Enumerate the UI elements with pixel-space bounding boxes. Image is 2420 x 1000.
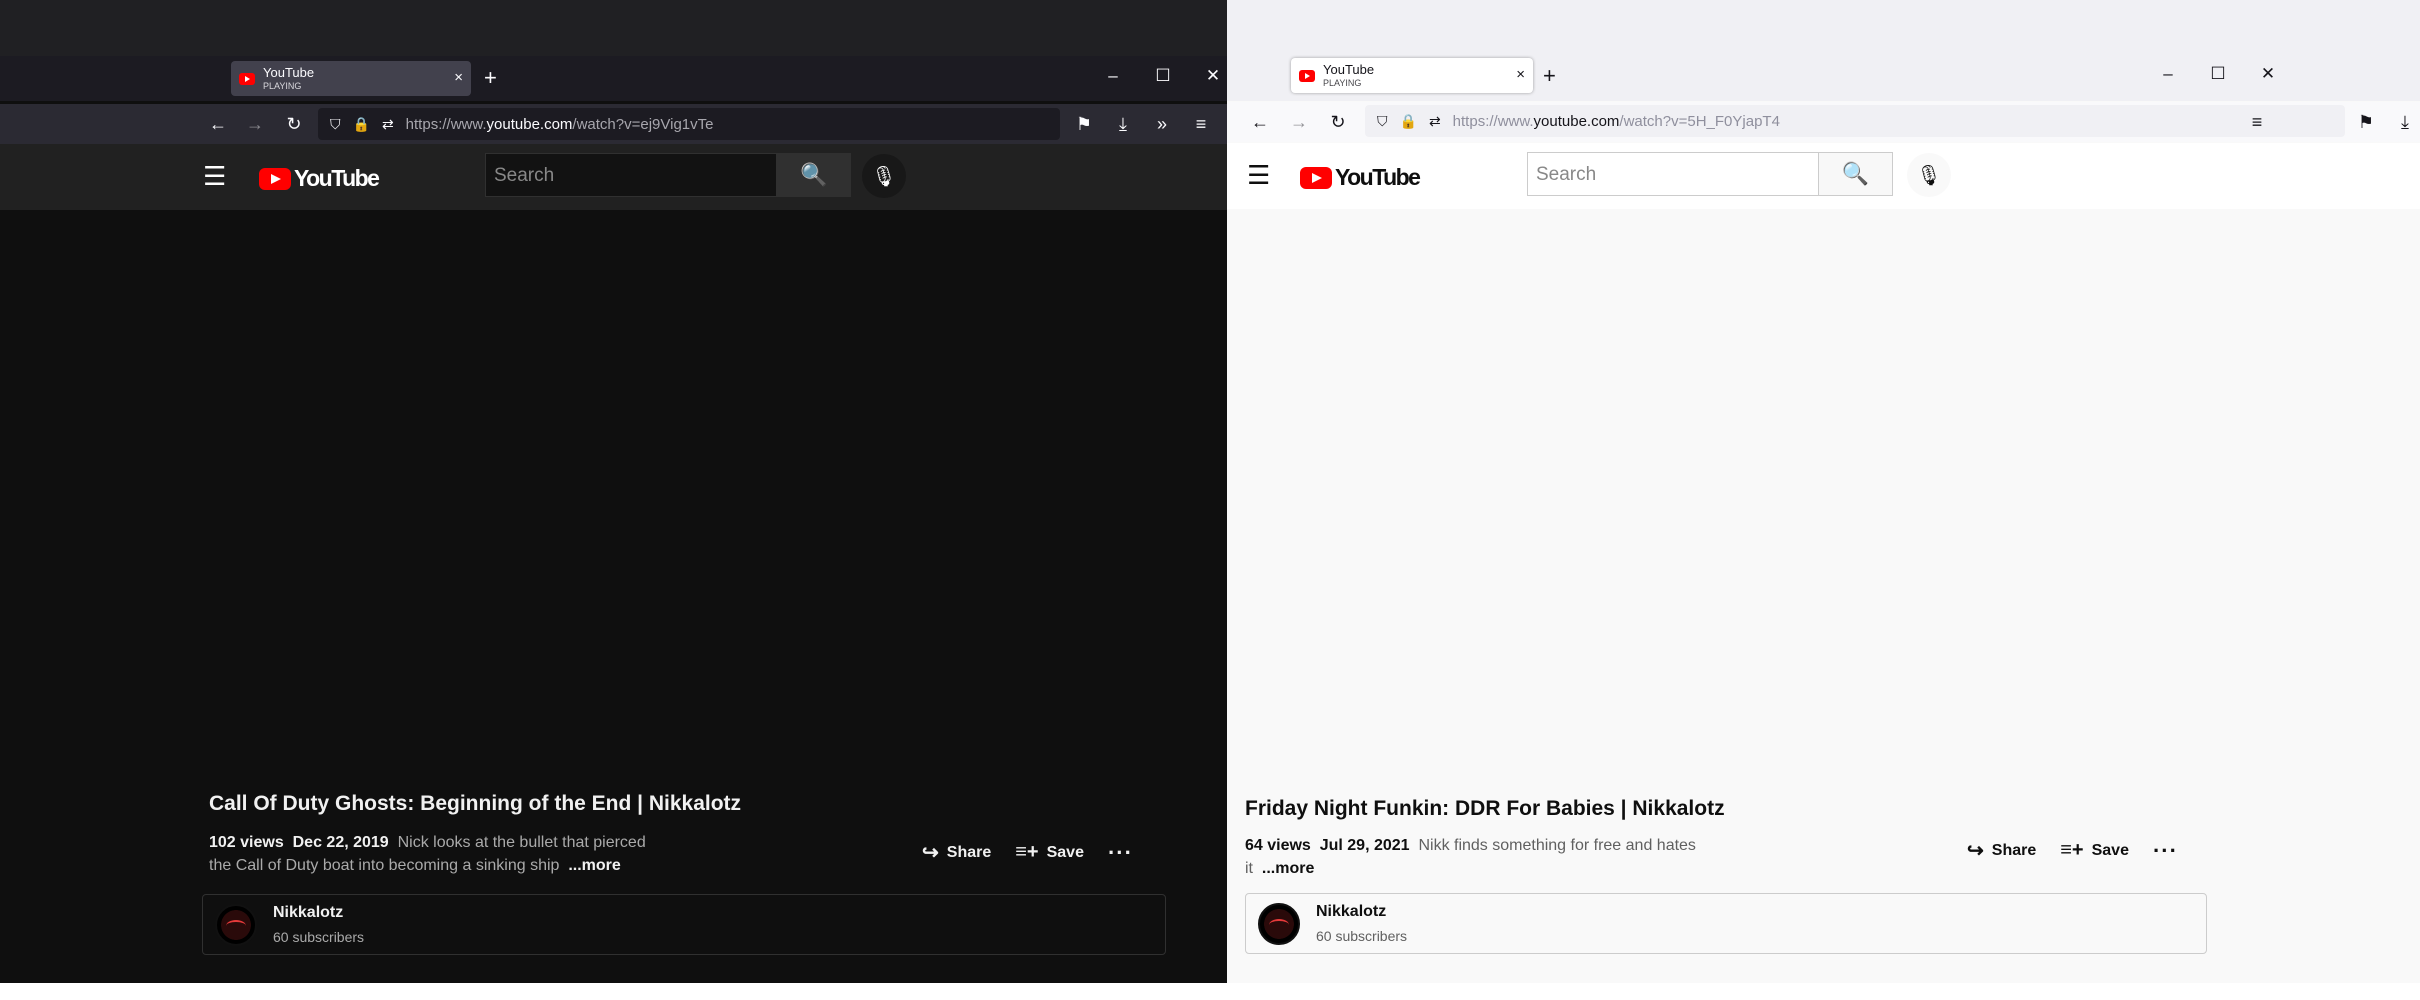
tab-close-icon[interactable]: × — [454, 68, 463, 88]
upload-date: Dec 22, 2019 — [292, 834, 389, 851]
search-icon: 🔍 — [1841, 161, 1870, 186]
browser-tab[interactable]: YouTube PLAYING × — [231, 61, 471, 96]
share-icon: ↪ — [922, 842, 939, 864]
url-bar[interactable]: ⛉ 🔒 ⇄ https://www.youtube.com/watch?v=ej… — [318, 108, 1060, 140]
avatar[interactable] — [1258, 903, 1300, 945]
back-icon[interactable]: ← — [1247, 112, 1273, 132]
save-button[interactable]: ≡+ Save — [2060, 839, 2129, 862]
new-tab-button[interactable]: + — [484, 67, 497, 89]
video-description[interactable]: 102 views Dec 22, 2019 Nick looks at the… — [209, 831, 669, 877]
youtube-logo[interactable]: YouTube — [1300, 164, 1421, 191]
search-button[interactable]: 🔍 — [1819, 152, 1893, 196]
search-box: Search 🔍 — [485, 153, 851, 197]
voice-search-button[interactable]: 🎙 — [1907, 153, 1951, 197]
search-button[interactable]: 🔍 — [777, 153, 851, 197]
playlist-add-icon: ≡+ — [1015, 841, 1039, 863]
youtube-favicon-icon — [1299, 69, 1315, 82]
browser-titlebar: YouTube PLAYING × + – ☐ ✕ ← → ↻ ⛉ 🔒 ⇄ ht… — [1227, 0, 2420, 142]
forward-icon[interactable]: → — [242, 114, 268, 134]
shield-icon[interactable]: ⛉ — [1377, 113, 1388, 130]
tab-close-icon[interactable]: × — [1516, 65, 1525, 85]
minimize-icon[interactable]: – — [1088, 66, 1138, 86]
browser-window-light: YouTube PLAYING × + – ☐ ✕ ← → ↻ ⛉ 🔒 ⇄ ht… — [1227, 0, 2420, 983]
youtube-logo[interactable]: YouTube — [259, 165, 380, 192]
tab-title: YouTube — [263, 65, 315, 80]
youtube-favicon-icon — [239, 72, 255, 85]
microphone-icon: 🎙 — [871, 165, 897, 188]
view-count: 64 views — [1245, 837, 1311, 854]
microphone-icon: 🎙 — [1916, 164, 1942, 187]
menu-icon[interactable]: ≡ — [2244, 112, 2270, 132]
subscriber-count: 60 subscribers — [1316, 928, 1408, 944]
youtube-play-icon — [1300, 166, 1332, 189]
close-window-icon[interactable]: ✕ — [2243, 64, 2293, 84]
back-icon[interactable]: ← — [205, 114, 231, 134]
tab-playing-label: PLAYING — [263, 81, 302, 91]
share-button[interactable]: ↪ Share — [922, 840, 991, 865]
lock-icon[interactable]: 🔒 — [353, 116, 370, 133]
lock-icon[interactable]: 🔒 — [1400, 113, 1417, 130]
extensions-icon[interactable]: » — [1149, 114, 1175, 134]
url-bar[interactable]: ⛉ 🔒 ⇄ https://www.youtube.com/watch?v=5H… — [1365, 105, 2345, 137]
reload-icon[interactable]: ↻ — [1325, 112, 1351, 132]
video-actions: ↪ Share ≡+ Save ··· — [1967, 838, 2178, 863]
playlist-add-icon: ≡+ — [2060, 839, 2084, 861]
youtube-masthead: ☰ YouTube Search 🔍 🎙 — [1227, 143, 2420, 209]
more-actions-icon[interactable]: ··· — [1108, 841, 1133, 863]
more-link[interactable]: ...more — [568, 857, 620, 874]
window-controls: – ☐ ✕ — [2143, 64, 2293, 84]
download-icon[interactable]: ⤓ — [1110, 114, 1136, 134]
share-button[interactable]: ↪ Share — [1967, 838, 2036, 863]
permissions-icon[interactable]: ⇄ — [1429, 113, 1441, 130]
youtube-play-icon — [259, 167, 291, 190]
video-title: Friday Night Funkin: DDR For Babies | Ni… — [1245, 797, 1725, 820]
new-tab-button[interactable]: + — [1543, 65, 1556, 87]
url-text[interactable]: https://www.youtube.com/watch?v=ej9Vig1v… — [406, 116, 714, 133]
search-input[interactable]: Search — [485, 153, 777, 197]
browser-window-dark: YouTube PLAYING × + – ☐ ✕ ← → ↻ ⛉ 🔒 ⇄ ht… — [0, 0, 1227, 983]
close-window-icon[interactable]: ✕ — [1188, 66, 1227, 86]
pocket-icon[interactable]: ⚑ — [2353, 112, 2379, 132]
reload-icon[interactable]: ↻ — [281, 114, 307, 134]
channel-name[interactable]: Nikkalotz — [273, 904, 343, 922]
share-icon: ↪ — [1967, 840, 1984, 862]
maximize-icon[interactable]: ☐ — [2193, 64, 2243, 84]
window-controls: – ☐ ✕ — [1088, 66, 1227, 86]
video-title: Call Of Duty Ghosts: Beginning of the En… — [209, 792, 742, 815]
tab-title: YouTube — [1323, 62, 1375, 77]
browser-tab[interactable]: YouTube PLAYING × — [1291, 58, 1533, 93]
view-count: 102 views — [209, 834, 284, 851]
video-description[interactable]: 64 views Jul 29, 2021 Nikk finds somethi… — [1245, 834, 1725, 880]
channel-card[interactable]: Nikkalotz 60 subscribers — [202, 894, 1166, 955]
shield-icon[interactable]: ⛉ — [330, 116, 341, 133]
tab-playing-label: PLAYING — [1323, 78, 1362, 88]
youtube-masthead: ☰ YouTube Search 🔍 🎙 — [0, 144, 1227, 210]
pocket-icon[interactable]: ⚑ — [1071, 114, 1097, 134]
avatar[interactable] — [215, 904, 257, 946]
channel-card[interactable]: Nikkalotz 60 subscribers — [1245, 893, 2207, 954]
video-actions: ↪ Share ≡+ Save ··· — [922, 840, 1133, 865]
voice-search-button[interactable]: 🎙 — [862, 154, 906, 198]
search-input[interactable]: Search — [1527, 152, 1819, 196]
browser-titlebar: YouTube PLAYING × + – ☐ ✕ ← → ↻ ⛉ 🔒 ⇄ ht… — [0, 0, 1227, 144]
maximize-icon[interactable]: ☐ — [1138, 66, 1188, 86]
guide-menu-icon[interactable]: ☰ — [203, 163, 226, 189]
download-icon[interactable]: ⤓ — [2392, 112, 2418, 132]
more-link[interactable]: ...more — [1262, 860, 1314, 877]
subscriber-count: 60 subscribers — [273, 929, 365, 945]
permissions-icon[interactable]: ⇄ — [382, 116, 394, 133]
forward-icon[interactable]: → — [1286, 112, 1312, 132]
url-text[interactable]: https://www.youtube.com/watch?v=5H_F0Yja… — [1453, 113, 1780, 130]
search-icon: 🔍 — [800, 162, 828, 187]
guide-menu-icon[interactable]: ☰ — [1247, 162, 1270, 188]
navigation-toolbar: ← → ↻ ⛉ 🔒 ⇄ https://www.youtube.com/watc… — [1227, 102, 2420, 142]
minimize-icon[interactable]: – — [2143, 64, 2193, 84]
channel-name[interactable]: Nikkalotz — [1316, 903, 1386, 921]
navigation-toolbar: ← → ↻ ⛉ 🔒 ⇄ https://www.youtube.com/watc… — [0, 104, 1227, 144]
search-box: Search 🔍 — [1527, 152, 1893, 196]
menu-icon[interactable]: ≡ — [1188, 114, 1214, 134]
upload-date: Jul 29, 2021 — [1319, 837, 1410, 854]
more-actions-icon[interactable]: ··· — [2153, 839, 2178, 861]
save-button[interactable]: ≡+ Save — [1015, 841, 1084, 864]
